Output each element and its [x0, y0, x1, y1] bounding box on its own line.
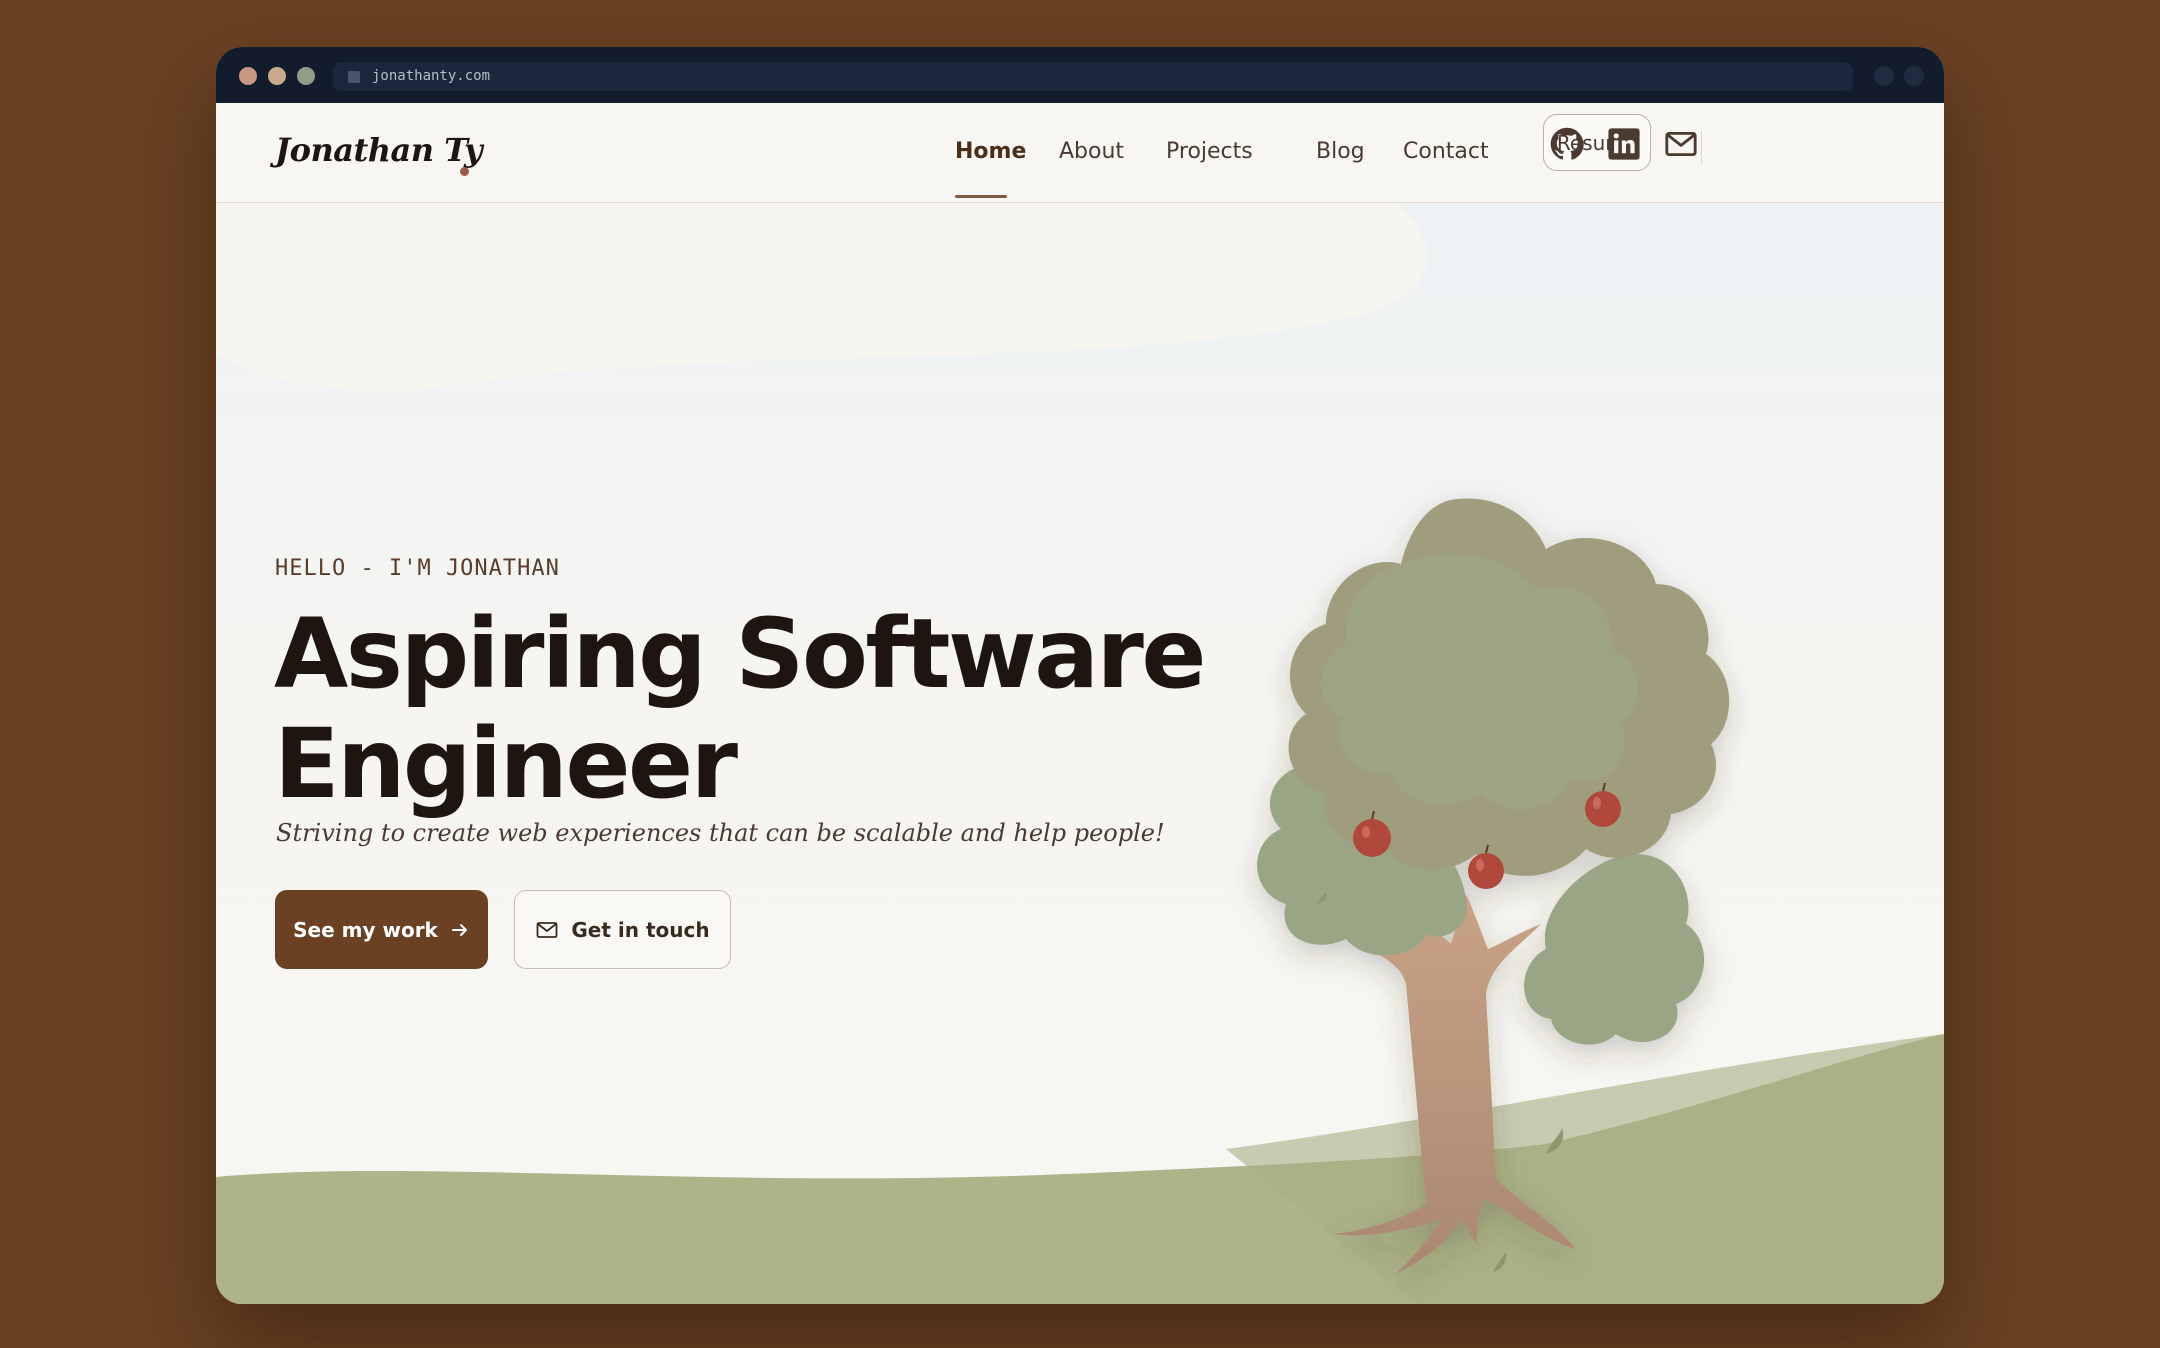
site-logo[interactable]: Jonathan Ty — [275, 131, 483, 169]
window-close-button[interactable] — [239, 67, 257, 85]
hero-eyebrow: HELLO - I'M JONATHAN — [275, 556, 560, 581]
address-bar-url: jonathanty.com — [372, 68, 491, 84]
nav-link-home[interactable]: Home — [955, 139, 1026, 164]
hero-headline: Aspiring Software Engineer — [274, 599, 1274, 819]
browser-chrome: jonathanty.com — [216, 47, 1944, 103]
nav-active-indicator — [955, 195, 1007, 198]
site-info-icon[interactable] — [348, 71, 360, 83]
nav-link-projects[interactable]: Projects — [1166, 139, 1253, 164]
linkedin-icon — [1608, 128, 1640, 160]
see-my-work-button[interactable]: See my work — [275, 890, 488, 969]
browser-menu-button[interactable] — [1904, 66, 1924, 86]
window-minimize-button[interactable] — [268, 67, 286, 85]
site-navbar: Jonathan Ty Home About Projects Blog Con… — [216, 103, 1944, 203]
window-maximize-button[interactable] — [297, 67, 315, 85]
mail-icon — [536, 921, 558, 938]
github-link[interactable] — [1550, 127, 1584, 161]
hero-section: HELLO - I'M JONATHAN Aspiring Software E… — [216, 204, 1944, 1304]
nav-link-blog[interactable]: Blog — [1316, 139, 1365, 164]
extensions-button[interactable] — [1874, 66, 1894, 86]
see-my-work-label: See my work — [293, 917, 438, 942]
browser-window: jonathanty.com Jonathan Ty Home About Pr… — [216, 47, 1944, 1304]
email-link[interactable] — [1664, 127, 1698, 161]
nav-divider — [1701, 131, 1702, 165]
nav-link-about[interactable]: About — [1059, 139, 1124, 164]
nav-link-contact[interactable]: Contact — [1403, 139, 1489, 164]
linkedin-link[interactable] — [1607, 127, 1641, 161]
mail-icon — [1665, 131, 1697, 157]
hero-headline-line1: Aspiring Software — [274, 598, 1206, 710]
arrow-right-icon — [451, 923, 467, 936]
hero-headline-line2: Engineer — [274, 708, 738, 820]
get-in-touch-label: Get in touch — [571, 917, 710, 942]
logo-dot-decoration — [460, 167, 469, 176]
hero-tagline: Striving to create web experiences that … — [276, 819, 1165, 847]
github-icon — [1550, 127, 1584, 160]
address-bar[interactable]: jonathanty.com — [333, 62, 1853, 91]
get-in-touch-button[interactable]: Get in touch — [514, 890, 731, 969]
